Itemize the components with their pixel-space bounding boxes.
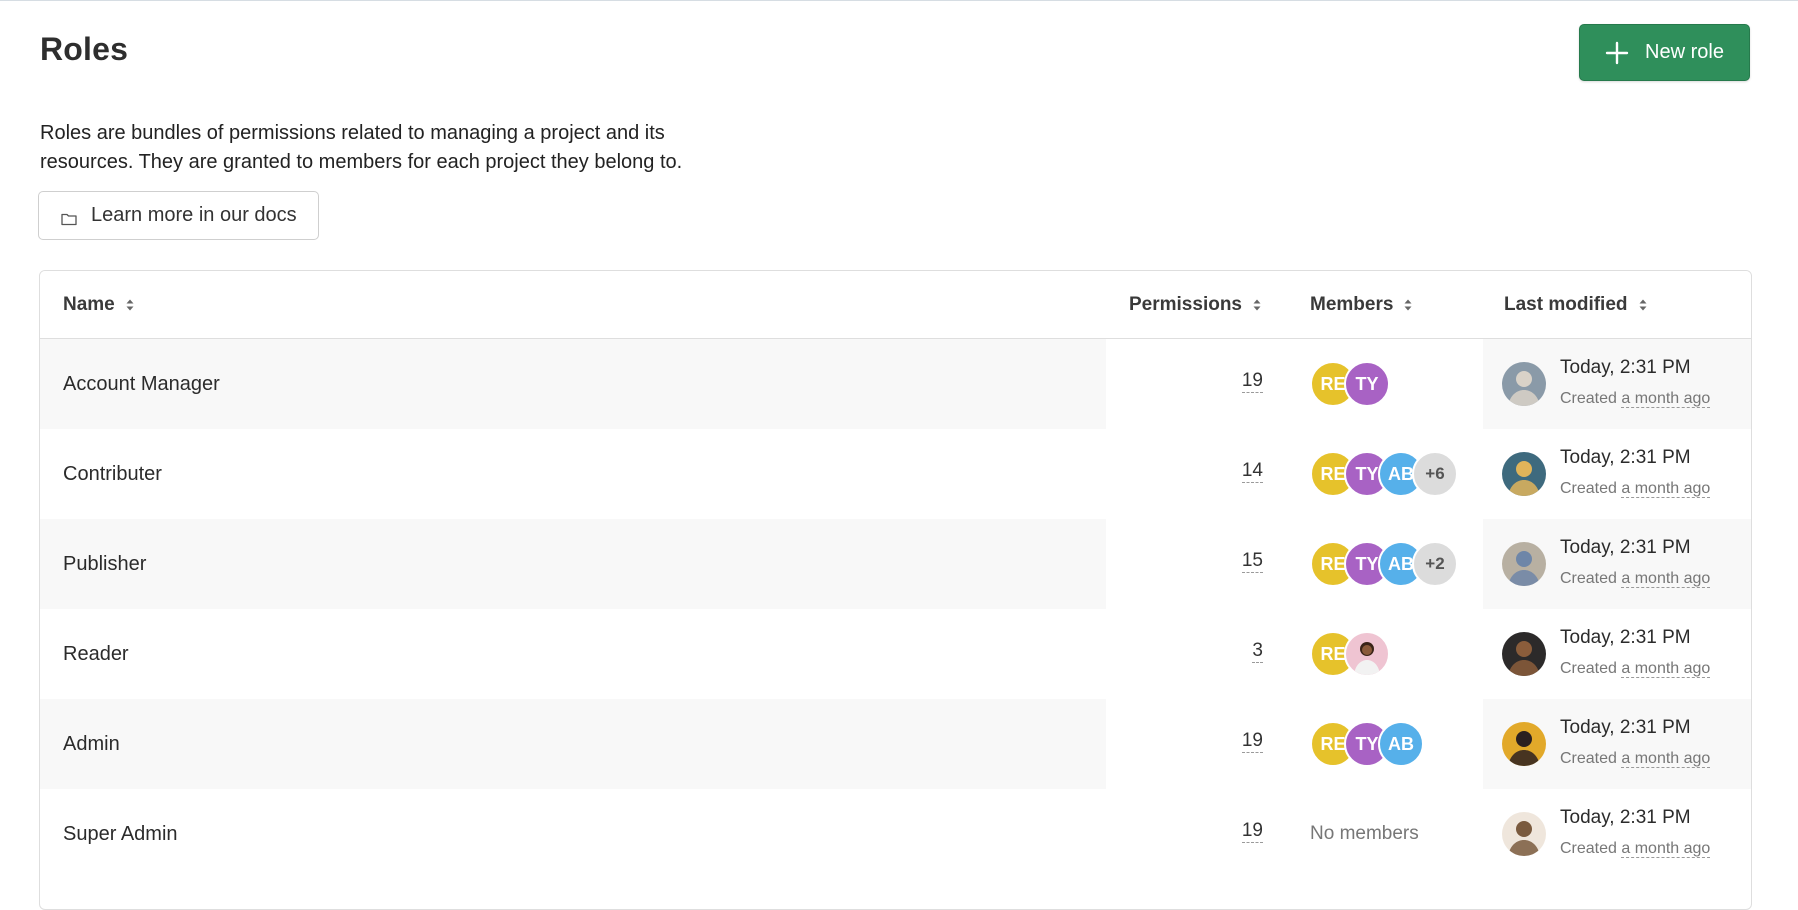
table-header: Name Permissions Members Last modified <box>40 271 1751 339</box>
created-info: Created a month ago <box>1560 570 1711 588</box>
permission-count[interactable]: 19 <box>1241 820 1263 843</box>
modified-by-avatar <box>1502 632 1546 676</box>
column-header-members-label: Members <box>1310 293 1394 315</box>
created-info: Created a month ago <box>1560 390 1711 408</box>
created-relative-time[interactable]: a month ago <box>1621 570 1711 588</box>
created-relative-time[interactable]: a month ago <box>1621 750 1711 768</box>
created-info: Created a month ago <box>1560 660 1711 678</box>
role-name[interactable]: Publisher <box>63 519 146 609</box>
member-avatars[interactable]: RE <box>1310 631 1390 677</box>
description-line-2: resources. They are granted to members f… <box>40 151 683 173</box>
member-avatars[interactable]: RE TY AB <box>1310 721 1424 767</box>
modified-by-avatar <box>1502 452 1546 496</box>
created-relative-time[interactable]: a month ago <box>1621 840 1711 858</box>
created-relative-time[interactable]: a month ago <box>1621 390 1711 408</box>
permission-count[interactable]: 15 <box>1241 550 1263 573</box>
table-row[interactable]: Contributer 14 RE TY AB +6 Today, 2:31 PM Creat… <box>40 429 1751 519</box>
role-name[interactable]: Contributer <box>63 429 162 519</box>
member-avatars[interactable]: RE TY AB +2 <box>1310 541 1458 587</box>
table-row[interactable]: Publisher 15 RE TY AB +2 Today, 2:31 PM Created… <box>40 519 1751 609</box>
description-line-1: Roles are bundles of permissions related… <box>40 122 665 144</box>
new-role-label: New role <box>1645 41 1724 63</box>
new-role-button[interactable]: New role <box>1579 24 1750 81</box>
sort-icon <box>1638 297 1648 313</box>
folder-icon <box>61 209 77 225</box>
docs-label: Learn more in our docs <box>91 204 297 226</box>
member-avatar: AB <box>1378 721 1424 767</box>
sort-icon <box>1403 297 1413 313</box>
no-members-text: No members <box>1310 823 1419 844</box>
row-background <box>40 699 1106 789</box>
last-modified-time: Today, 2:31 PM <box>1560 807 1691 828</box>
role-name[interactable]: Account Manager <box>63 339 220 429</box>
member-avatar <box>1344 631 1390 677</box>
role-name[interactable]: Admin <box>63 699 120 789</box>
created-info: Created a month ago <box>1560 480 1711 498</box>
roles-page: Roles New role Roles are bundles of perm… <box>0 0 1798 910</box>
column-header-members[interactable]: Members <box>1310 271 1413 338</box>
created-prefix: Created <box>1560 840 1617 857</box>
created-info: Created a month ago <box>1560 840 1711 858</box>
last-modified-time: Today, 2:31 PM <box>1560 357 1691 378</box>
sort-icon <box>125 297 135 313</box>
roles-description: Roles are bundles of permissions related… <box>40 119 760 177</box>
created-info: Created a month ago <box>1560 750 1711 768</box>
modified-by-avatar <box>1502 362 1546 406</box>
permission-count[interactable]: 3 <box>1252 640 1263 663</box>
last-modified-time: Today, 2:31 PM <box>1560 447 1691 468</box>
plus-icon <box>1605 41 1629 65</box>
created-relative-time[interactable]: a month ago <box>1621 660 1711 678</box>
column-header-name-label: Name <box>63 293 115 315</box>
table-row[interactable]: Super Admin 19 No members Today, 2:31 PM Cre… <box>40 789 1751 879</box>
last-modified-time: Today, 2:31 PM <box>1560 537 1691 558</box>
column-header-last-modified[interactable]: Last modified <box>1504 271 1648 338</box>
last-modified-time: Today, 2:31 PM <box>1560 717 1691 738</box>
row-background <box>40 519 1106 609</box>
member-avatars[interactable]: RE TY AB +6 <box>1310 451 1458 497</box>
created-prefix: Created <box>1560 390 1617 407</box>
member-avatar: TY <box>1344 361 1390 407</box>
table-row[interactable]: Reader 3 RE Today, 2:31 PM Created a month a… <box>40 609 1751 699</box>
row-background <box>40 429 1106 519</box>
created-prefix: Created <box>1560 480 1617 497</box>
modified-by-avatar <box>1502 542 1546 586</box>
permission-count[interactable]: 19 <box>1241 730 1263 753</box>
column-header-name[interactable]: Name <box>63 271 135 338</box>
more-members-badge: +6 <box>1412 451 1458 497</box>
member-avatars[interactable]: RE TY <box>1310 361 1390 407</box>
permission-count[interactable]: 19 <box>1241 370 1263 393</box>
created-prefix: Created <box>1560 570 1617 587</box>
modified-by-avatar <box>1502 812 1546 856</box>
sort-icon <box>1252 297 1262 313</box>
created-prefix: Created <box>1560 750 1617 767</box>
role-name[interactable]: Super Admin <box>63 789 178 879</box>
table-row[interactable]: Account Manager 19 RE TY Today, 2:31 PM Creat… <box>40 339 1751 429</box>
column-header-last-modified-label: Last modified <box>1504 293 1628 315</box>
permission-count[interactable]: 14 <box>1241 460 1263 483</box>
modified-by-avatar <box>1502 722 1546 766</box>
column-header-permissions[interactable]: Permissions <box>1129 271 1262 338</box>
created-prefix: Created <box>1560 660 1617 677</box>
page-title: Roles <box>40 31 129 67</box>
created-relative-time[interactable]: a month ago <box>1621 480 1711 498</box>
roles-table: Name Permissions Members Last modified A… <box>39 270 1752 910</box>
column-header-permissions-label: Permissions <box>1129 293 1242 315</box>
row-background <box>40 789 1106 879</box>
row-background <box>40 609 1106 699</box>
role-name[interactable]: Reader <box>63 609 129 699</box>
learn-more-docs-button[interactable]: Learn more in our docs <box>38 191 319 240</box>
last-modified-time: Today, 2:31 PM <box>1560 627 1691 648</box>
table-row[interactable]: Admin 19 RE TY AB Today, 2:31 PM Created a mon… <box>40 699 1751 789</box>
more-members-badge: +2 <box>1412 541 1458 587</box>
